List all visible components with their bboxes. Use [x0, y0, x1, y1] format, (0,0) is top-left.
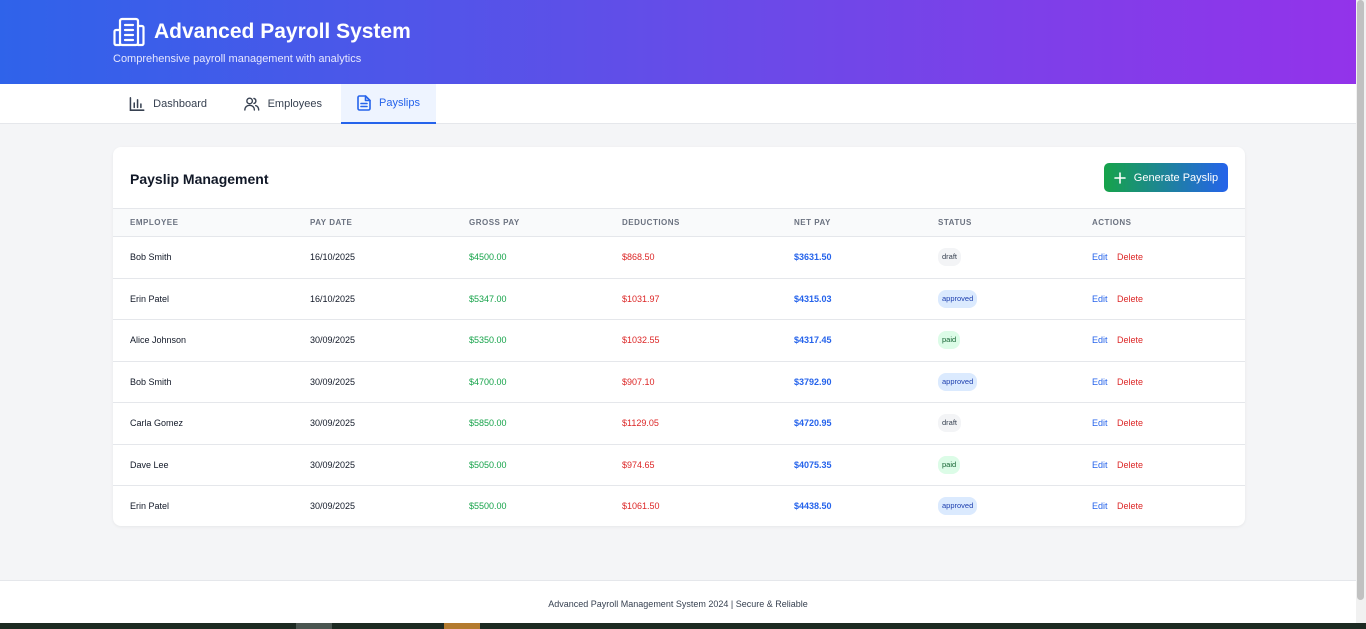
- os-taskbar: [0, 623, 1366, 629]
- taskbar-item[interactable]: [444, 623, 480, 629]
- pay-date-cell: 16/10/2025: [310, 252, 356, 262]
- generate-payslip-button[interactable]: Generate Payslip: [1104, 163, 1228, 192]
- column-header-actions: ACTIONS: [1092, 218, 1132, 227]
- tab-employees[interactable]: Employees: [228, 84, 338, 124]
- payslip-card: Payslip Management Generate Payslip EMPL…: [113, 147, 1245, 526]
- table-row: Bob Smith 16/10/2025 $4500.00 $868.50 $3…: [113, 237, 1245, 279]
- employee-cell: Bob Smith: [130, 252, 172, 262]
- pay-date-cell: 30/09/2025: [310, 376, 356, 387]
- taskbar-item[interactable]: [296, 623, 332, 629]
- app-page: Advanced Payroll System Comprehensive pa…: [0, 0, 1356, 623]
- net-pay-cell: $4317.45: [794, 335, 832, 345]
- pay-date-cell: 30/09/2025: [310, 335, 356, 345]
- column-header-status: STATUS: [938, 218, 972, 227]
- users-icon: [244, 97, 260, 111]
- deductions-cell: $1032.55: [622, 335, 660, 345]
- delete-link[interactable]: Delete: [1117, 252, 1143, 262]
- delete-link[interactable]: Delete: [1117, 418, 1143, 428]
- net-pay-cell: $3631.50: [794, 252, 832, 262]
- card-title: Payslip Management: [130, 171, 269, 187]
- gross-pay-cell: $5347.00: [469, 293, 507, 304]
- column-header-gross-pay: GROSS PAY: [469, 218, 520, 227]
- main-nav: Dashboard Employees Payslips: [0, 84, 1356, 124]
- edit-link[interactable]: Edit: [1092, 252, 1108, 262]
- tab-dashboard-label: Dashboard: [153, 98, 207, 110]
- status-badge: approved: [938, 497, 978, 515]
- delete-link[interactable]: Delete: [1117, 460, 1143, 470]
- gross-pay-cell: $5500.00: [469, 501, 507, 511]
- edit-link[interactable]: Edit: [1092, 501, 1108, 511]
- delete-link[interactable]: Delete: [1117, 377, 1143, 387]
- app-title: Advanced Payroll System: [154, 20, 411, 43]
- app-footer: Advanced Payroll Management System 2024 …: [0, 580, 1356, 623]
- deductions-cell: $868.50: [622, 252, 655, 262]
- employee-cell: Erin Patel: [130, 293, 170, 304]
- deductions-cell: $907.10: [622, 376, 655, 387]
- employee-cell: Carla Gomez: [130, 418, 184, 428]
- tab-payslips[interactable]: Payslips: [341, 84, 436, 124]
- tab-payslips-label: Payslips: [379, 97, 420, 109]
- status-badge: paid: [938, 455, 961, 474]
- app-subtitle: Comprehensive payroll management with an…: [113, 53, 362, 65]
- document-icon: [357, 95, 371, 111]
- tab-dashboard[interactable]: Dashboard: [113, 84, 223, 124]
- pay-date-cell: 30/09/2025: [310, 501, 356, 511]
- app-header: Advanced Payroll System Comprehensive pa…: [0, 0, 1356, 84]
- deductions-cell: $1129.05: [622, 418, 659, 428]
- net-pay-cell: $4075.35: [794, 459, 832, 470]
- status-badge: approved: [938, 372, 978, 391]
- table-row: Carla Gomez 30/09/2025 $5850.00 $1129.05…: [113, 403, 1245, 445]
- net-pay-cell: $3792.90: [794, 376, 832, 387]
- gross-pay-cell: $5050.00: [469, 459, 507, 470]
- footer-text: Advanced Payroll Management System 2024 …: [548, 599, 808, 609]
- edit-link[interactable]: Edit: [1092, 418, 1108, 428]
- table-row: Erin Patel 16/10/2025 $5347.00 $1031.97 …: [113, 279, 1245, 320]
- column-header-deductions: DEDUCTIONS: [622, 218, 680, 227]
- table-row: Bob Smith 30/09/2025 $4700.00 $907.10 $3…: [113, 362, 1245, 403]
- net-pay-cell: $4315.03: [794, 293, 832, 304]
- employee-cell: Dave Lee: [130, 459, 169, 470]
- plus-icon: [1113, 171, 1126, 184]
- building-icon: [113, 17, 145, 47]
- status-badge: approved: [938, 289, 978, 308]
- table-row: Erin Patel 30/09/2025 $5500.00 $1061.50 …: [113, 486, 1245, 526]
- pay-date-cell: 30/09/2025: [310, 459, 356, 470]
- delete-link[interactable]: Delete: [1117, 335, 1143, 345]
- edit-link[interactable]: Edit: [1092, 377, 1108, 387]
- status-badge: paid: [938, 331, 961, 349]
- table-header: EMPLOYEE PAY DATE GROSS PAY DEDUCTIONS N…: [113, 208, 1245, 237]
- pay-date-cell: 30/09/2025: [310, 418, 356, 428]
- deductions-cell: $1061.50: [622, 501, 660, 511]
- page-scrollbar[interactable]: [1356, 0, 1366, 623]
- edit-link[interactable]: Edit: [1092, 460, 1108, 470]
- gross-pay-cell: $4700.00: [469, 376, 507, 387]
- edit-link[interactable]: Edit: [1092, 294, 1108, 304]
- tab-employees-label: Employees: [267, 98, 322, 110]
- deductions-cell: $974.65: [622, 459, 655, 470]
- pay-date-cell: 16/10/2025: [310, 293, 356, 304]
- employee-cell: Alice Johnson: [130, 335, 187, 345]
- column-header-employee: EMPLOYEE: [130, 218, 179, 227]
- generate-payslip-label: Generate Payslip: [1133, 171, 1219, 184]
- column-header-pay-date: PAY DATE: [310, 218, 353, 227]
- scrollbar-thumb[interactable]: [1357, 0, 1364, 600]
- gross-pay-cell: $4500.00: [469, 252, 507, 262]
- employee-cell: Erin Patel: [130, 501, 170, 511]
- edit-link[interactable]: Edit: [1092, 335, 1108, 345]
- delete-link[interactable]: Delete: [1117, 294, 1143, 304]
- employee-cell: Bob Smith: [130, 376, 172, 387]
- net-pay-cell: $4438.50: [794, 501, 832, 511]
- status-badge: draft: [938, 248, 962, 266]
- net-pay-cell: $4720.95: [794, 418, 832, 428]
- table-row: Alice Johnson 30/09/2025 $5350.00 $1032.…: [113, 320, 1245, 362]
- gross-pay-cell: $5850.00: [469, 418, 507, 428]
- status-badge: draft: [938, 414, 962, 432]
- delete-link[interactable]: Delete: [1117, 501, 1143, 511]
- column-header-net-pay: NET PAY: [794, 218, 831, 227]
- deductions-cell: $1031.97: [622, 293, 660, 304]
- bar-chart-icon: [129, 97, 145, 111]
- table-row: Dave Lee 30/09/2025 $5050.00 $974.65 $40…: [113, 445, 1245, 486]
- gross-pay-cell: $5350.00: [469, 335, 507, 345]
